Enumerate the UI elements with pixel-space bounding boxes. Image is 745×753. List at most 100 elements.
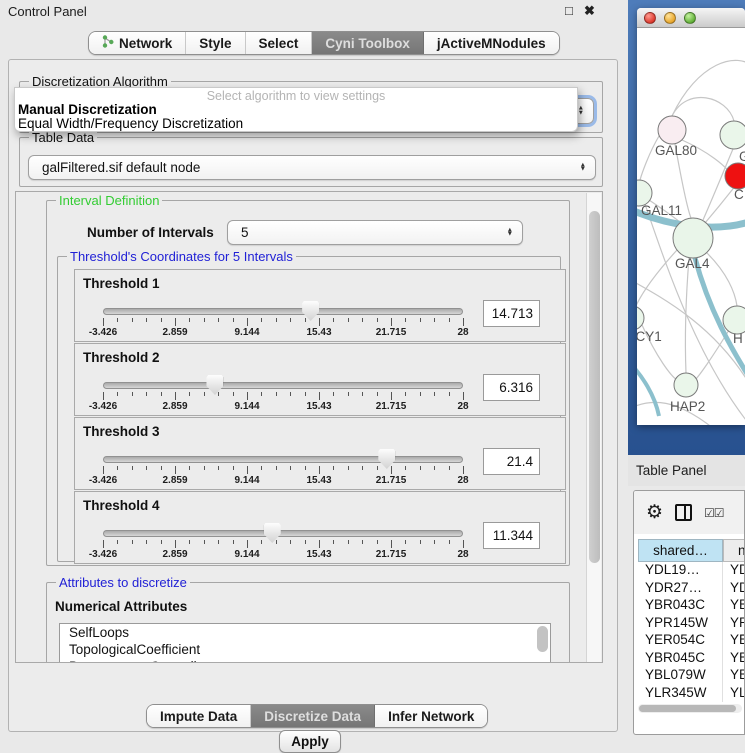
network-node-ga[interactable]	[720, 121, 745, 149]
tick-mark	[261, 392, 262, 396]
tab-style[interactable]: Style	[186, 32, 245, 54]
table-row[interactable]: YBL079WYBL0	[638, 667, 745, 685]
attributes-group-title: Attributes to discretize	[56, 575, 190, 590]
cell-shared-name: YPR145W	[638, 615, 723, 633]
minimize-traffic-light[interactable]	[664, 12, 676, 24]
tick-mark	[319, 318, 320, 326]
tick-mark	[161, 466, 162, 470]
attributes-group: Attributes to discretize Numerical Attri…	[46, 582, 570, 663]
tick-mark	[103, 540, 104, 548]
zoom-traffic-light[interactable]	[684, 12, 696, 24]
table-panel-title: Table Panel	[636, 463, 707, 478]
threshold-value-field[interactable]: 6.316	[483, 374, 540, 401]
attribute-item[interactable]: SelfLoops	[60, 624, 550, 641]
table-row[interactable]: YBR045CYBR0	[638, 650, 745, 668]
node-label-gal11: GAL11	[641, 203, 682, 218]
tick-mark	[449, 540, 450, 544]
column-header-name[interactable]: na	[723, 539, 745, 562]
tick-mark	[305, 540, 306, 544]
threshold-slider[interactable]	[103, 456, 463, 463]
tab-jactivemnodules[interactable]: jActiveMNodules	[424, 32, 559, 54]
scale-label: 2.859	[162, 401, 187, 412]
checkboxes-icon[interactable]: ☑☑	[704, 506, 724, 520]
tab-network[interactable]: Network	[89, 32, 186, 54]
settings-scrollpane: Interval Definition Number of Intervals …	[15, 191, 603, 663]
algorithm-option[interactable]: Manual Discretization	[15, 103, 577, 117]
numerical-attributes-list[interactable]: SelfLoopsTopologicalCoefficientBetweenne…	[59, 623, 551, 663]
table-row[interactable]: YLR345WYLR3	[638, 685, 745, 703]
horizontal-scrollbar-thumb[interactable]	[639, 705, 736, 712]
table-row[interactable]: YPR145WYPR1	[638, 615, 745, 633]
threshold-value-field[interactable]: 14.713	[483, 300, 540, 327]
horizontal-scrollbar-track[interactable]	[638, 704, 742, 713]
tab-select[interactable]: Select	[246, 32, 313, 54]
scale-label: 15.43	[306, 549, 331, 560]
gear-icon[interactable]: ⚙	[646, 501, 663, 524]
threshold-slider[interactable]	[103, 530, 463, 537]
scale-label: 21.715	[376, 327, 407, 338]
scale-label: 21.715	[376, 549, 407, 560]
network-canvas[interactable]: GAL80GACGAL11GAL4GCY1HHAP2	[637, 28, 745, 425]
tick-mark	[117, 466, 118, 470]
tab-label: Cyni Toolbox	[325, 36, 410, 51]
algorithm-option[interactable]: Equal Width/Frequency Discretization	[15, 117, 577, 131]
tick-mark	[305, 392, 306, 396]
tick-mark	[161, 392, 162, 396]
apply-button[interactable]: Apply	[279, 730, 341, 753]
tick-mark	[290, 466, 291, 470]
tab-impute-data[interactable]: Impute Data	[147, 705, 251, 727]
table-toolbar: ⚙ ☑☑	[634, 491, 745, 534]
threshold-slider[interactable]	[103, 308, 463, 315]
tick-mark	[175, 392, 176, 400]
tick-mark	[377, 466, 378, 470]
tick-mark	[362, 318, 363, 322]
tab-discretize-data[interactable]: Discretize Data	[251, 705, 375, 727]
columns-icon[interactable]	[675, 504, 692, 521]
close-icon[interactable]: ✖	[584, 3, 595, 19]
tick-mark	[377, 540, 378, 544]
network-node-gal4[interactable]	[673, 218, 713, 258]
threshold-row: Threshold 3-3.4262.8599.14415.4321.71528…	[74, 417, 566, 490]
attributes-scrollbar[interactable]	[537, 626, 548, 652]
table-row[interactable]: YDR27…YDR2	[638, 580, 745, 598]
tick-mark	[218, 318, 219, 322]
network-node-hap2[interactable]	[674, 373, 698, 397]
scale-label: 28	[457, 327, 468, 338]
attribute-item[interactable]: TopologicalCoefficient	[60, 641, 550, 658]
scale-label: 28	[457, 401, 468, 412]
close-traffic-light[interactable]	[644, 12, 656, 24]
float-icon[interactable]: □	[565, 3, 573, 18]
tick-mark	[405, 318, 406, 322]
threshold-slider[interactable]	[103, 382, 463, 389]
vertical-scrollbar-track[interactable]	[586, 193, 601, 663]
tick-mark	[420, 466, 421, 470]
threshold-value-field[interactable]: 11.344	[483, 522, 540, 549]
network-node-gal80[interactable]	[658, 116, 686, 144]
tick-mark	[247, 318, 248, 326]
network-node-h[interactable]	[723, 306, 745, 334]
tick-mark	[189, 466, 190, 470]
table-data-combobox[interactable]: galFiltered.sif default node ▲▼	[28, 155, 596, 180]
tab-cyni-toolbox[interactable]: Cyni Toolbox	[312, 32, 424, 54]
column-header-shared[interactable]: shared…	[638, 539, 723, 562]
interval-definition-group: Interval Definition Number of Intervals …	[46, 200, 570, 566]
attribute-item[interactable]: BetweennessCentrality	[60, 658, 550, 663]
cell-shared-name: YER054C	[638, 632, 723, 650]
network-node-c[interactable]	[725, 163, 745, 189]
cell-shared-name: YLR345W	[638, 685, 723, 703]
cell-shared-name: YDR27…	[638, 580, 723, 598]
cell-name: YDL1	[723, 562, 745, 580]
tab-label: Select	[259, 36, 299, 51]
table-row[interactable]: YER054CYER0	[638, 632, 745, 650]
tick-mark	[233, 318, 234, 322]
cell-name: YPR1	[723, 615, 745, 633]
threshold-value-field[interactable]: 21.4	[483, 448, 540, 475]
node-label-c: C	[734, 187, 744, 202]
table-row[interactable]: YDL19…YDL1	[638, 562, 745, 580]
tick-mark	[247, 540, 248, 548]
vertical-scrollbar-thumb[interactable]	[589, 211, 600, 563]
num-intervals-combobox[interactable]: 5 ▲▼	[227, 220, 523, 245]
table-row[interactable]: YBR043CYBR0	[638, 597, 745, 615]
tab-infer-network[interactable]: Infer Network	[375, 705, 487, 727]
scale-label: 9.144	[234, 327, 259, 338]
